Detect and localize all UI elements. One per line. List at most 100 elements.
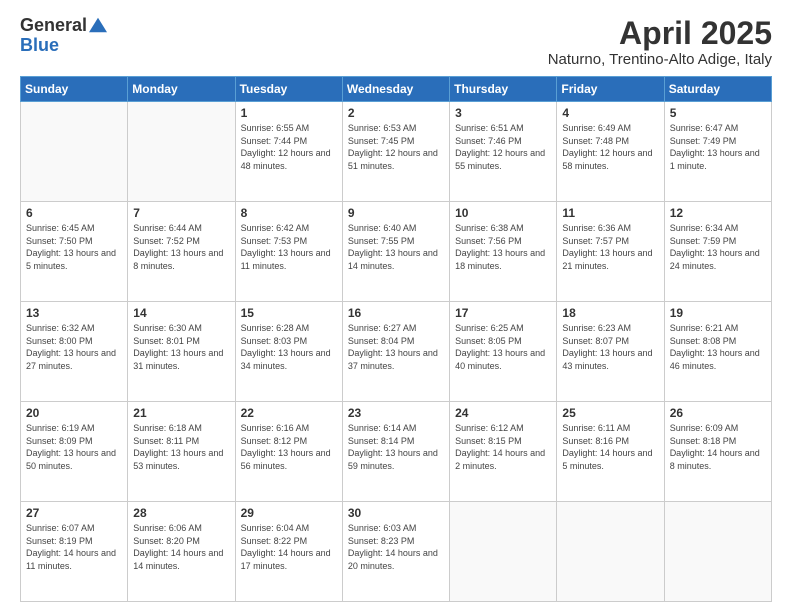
day-number: 27 (26, 506, 122, 520)
day-info: Sunrise: 6:03 AMSunset: 8:23 PMDaylight:… (348, 522, 444, 572)
day-info: Sunrise: 6:16 AMSunset: 8:12 PMDaylight:… (241, 422, 337, 472)
logo-general: General (20, 16, 87, 36)
title-block: April 2025 Naturno, Trentino-Alto Adige,… (548, 16, 772, 68)
day-number: 8 (241, 206, 337, 220)
day-number: 22 (241, 406, 337, 420)
day-number: 28 (133, 506, 229, 520)
calendar-cell: 30 Sunrise: 6:03 AMSunset: 8:23 PMDayligh… (342, 502, 449, 602)
calendar-cell: 28 Sunrise: 6:06 AMSunset: 8:20 PMDayligh… (128, 502, 235, 602)
day-number: 29 (241, 506, 337, 520)
day-number: 10 (455, 206, 551, 220)
calendar-cell (557, 502, 664, 602)
calendar-cell: 5 Sunrise: 6:47 AMSunset: 7:49 PMDaylight… (664, 102, 771, 202)
day-number: 4 (562, 106, 658, 120)
calendar-cell: 24 Sunrise: 6:12 AMSunset: 8:15 PMDayligh… (450, 402, 557, 502)
day-info: Sunrise: 6:21 AMSunset: 8:08 PMDaylight:… (670, 322, 766, 372)
calendar-cell: 10Sunrise: 6:38 AMSunset: 7:56 PMDayligh… (450, 202, 557, 302)
col-header-monday: Monday (128, 77, 235, 102)
calendar-cell: 27 Sunrise: 6:07 AMSunset: 8:19 PMDayligh… (21, 502, 128, 602)
calendar-cell: 18Sunrise: 6:23 AMSunset: 8:07 PMDayligh… (557, 302, 664, 402)
day-info: Sunrise: 6:42 AMSunset: 7:53 PMDaylight:… (241, 222, 337, 272)
calendar-cell: 15 Sunrise: 6:28 AMSunset: 8:03 PMDayligh… (235, 302, 342, 402)
day-number: 6 (26, 206, 122, 220)
day-number: 15 (241, 306, 337, 320)
day-number: 25 (562, 406, 658, 420)
calendar-cell: 29 Sunrise: 6:04 AMSunset: 8:22 PMDayligh… (235, 502, 342, 602)
day-info: Sunrise: 6:12 AMSunset: 8:15 PMDaylight:… (455, 422, 551, 472)
day-number: 14 (133, 306, 229, 320)
title-location: Naturno, Trentino-Alto Adige, Italy (548, 51, 772, 68)
calendar-cell: 6 Sunrise: 6:45 AMSunset: 7:50 PMDaylight… (21, 202, 128, 302)
calendar-cell (21, 102, 128, 202)
calendar-cell: 26 Sunrise: 6:09 AMSunset: 8:18 PMDayligh… (664, 402, 771, 502)
day-info: Sunrise: 6:04 AMSunset: 8:22 PMDaylight:… (241, 522, 337, 572)
day-number: 7 (133, 206, 229, 220)
logo-triangle-icon (89, 16, 107, 34)
day-info: Sunrise: 6:40 AMSunset: 7:55 PMDaylight:… (348, 222, 444, 272)
title-month: April 2025 (548, 16, 772, 51)
day-info: Sunrise: 6:53 AMSunset: 7:45 PMDaylight:… (348, 122, 444, 172)
day-info: Sunrise: 6:09 AMSunset: 8:18 PMDaylight:… (670, 422, 766, 472)
day-info: Sunrise: 6:47 AMSunset: 7:49 PMDaylight:… (670, 122, 766, 172)
day-info: Sunrise: 6:32 AMSunset: 8:00 PMDaylight:… (26, 322, 122, 372)
calendar-week-4: 20 Sunrise: 6:19 AMSunset: 8:09 PMDayligh… (21, 402, 772, 502)
calendar-cell: 14 Sunrise: 6:30 AMSunset: 8:01 PMDayligh… (128, 302, 235, 402)
calendar-cell: 13 Sunrise: 6:32 AMSunset: 8:00 PMDayligh… (21, 302, 128, 402)
header: General Blue April 2025 Naturno, Trentin… (20, 16, 772, 68)
day-info: Sunrise: 6:19 AMSunset: 8:09 PMDaylight:… (26, 422, 122, 472)
day-info: Sunrise: 6:30 AMSunset: 8:01 PMDaylight:… (133, 322, 229, 372)
calendar-cell: 12 Sunrise: 6:34 AMSunset: 7:59 PMDayligh… (664, 202, 771, 302)
day-number: 16 (348, 306, 444, 320)
calendar-cell: 20 Sunrise: 6:19 AMSunset: 8:09 PMDayligh… (21, 402, 128, 502)
calendar-cell: 23Sunrise: 6:14 AMSunset: 8:14 PMDayligh… (342, 402, 449, 502)
calendar-cell: 2 Sunrise: 6:53 AMSunset: 7:45 PMDaylight… (342, 102, 449, 202)
day-number: 13 (26, 306, 122, 320)
day-info: Sunrise: 6:06 AMSunset: 8:20 PMDaylight:… (133, 522, 229, 572)
day-info: Sunrise: 6:14 AMSunset: 8:14 PMDaylight:… (348, 422, 444, 472)
day-number: 30 (348, 506, 444, 520)
calendar-cell: 16 Sunrise: 6:27 AMSunset: 8:04 PMDayligh… (342, 302, 449, 402)
day-number: 21 (133, 406, 229, 420)
calendar-cell: 7 Sunrise: 6:44 AMSunset: 7:52 PMDaylight… (128, 202, 235, 302)
calendar-cell: 21 Sunrise: 6:18 AMSunset: 8:11 PMDayligh… (128, 402, 235, 502)
day-info: Sunrise: 6:28 AMSunset: 8:03 PMDaylight:… (241, 322, 337, 372)
calendar-cell (450, 502, 557, 602)
day-info: Sunrise: 6:45 AMSunset: 7:50 PMDaylight:… (26, 222, 122, 272)
day-number: 18 (562, 306, 658, 320)
calendar-cell: 11 Sunrise: 6:36 AMSunset: 7:57 PMDayligh… (557, 202, 664, 302)
day-info: Sunrise: 6:27 AMSunset: 8:04 PMDaylight:… (348, 322, 444, 372)
day-number: 3 (455, 106, 551, 120)
day-number: 26 (670, 406, 766, 420)
day-info: Sunrise: 6:07 AMSunset: 8:19 PMDaylight:… (26, 522, 122, 572)
logo-blue: Blue (20, 36, 107, 56)
col-header-friday: Friday (557, 77, 664, 102)
calendar-cell: 8 Sunrise: 6:42 AMSunset: 7:53 PMDaylight… (235, 202, 342, 302)
day-number: 12 (670, 206, 766, 220)
day-number: 11 (562, 206, 658, 220)
day-info: Sunrise: 6:55 AMSunset: 7:44 PMDaylight:… (241, 122, 337, 172)
calendar-week-1: 1 Sunrise: 6:55 AMSunset: 7:44 PMDaylight… (21, 102, 772, 202)
day-info: Sunrise: 6:18 AMSunset: 8:11 PMDaylight:… (133, 422, 229, 472)
day-info: Sunrise: 6:44 AMSunset: 7:52 PMDaylight:… (133, 222, 229, 272)
calendar-cell (664, 502, 771, 602)
day-info: Sunrise: 6:36 AMSunset: 7:57 PMDaylight:… (562, 222, 658, 272)
calendar-cell: 17 Sunrise: 6:25 AMSunset: 8:05 PMDayligh… (450, 302, 557, 402)
day-number: 2 (348, 106, 444, 120)
calendar-cell: 3Sunrise: 6:51 AMSunset: 7:46 PMDaylight… (450, 102, 557, 202)
day-number: 1 (241, 106, 337, 120)
calendar-cell: 19 Sunrise: 6:21 AMSunset: 8:08 PMDayligh… (664, 302, 771, 402)
calendar-cell: 1 Sunrise: 6:55 AMSunset: 7:44 PMDaylight… (235, 102, 342, 202)
page: General Blue April 2025 Naturno, Trentin… (0, 0, 792, 612)
day-number: 5 (670, 106, 766, 120)
day-info: Sunrise: 6:11 AMSunset: 8:16 PMDaylight:… (562, 422, 658, 472)
day-number: 24 (455, 406, 551, 420)
calendar-header-row: SundayMondayTuesdayWednesdayThursdayFrid… (21, 77, 772, 102)
day-info: Sunrise: 6:49 AMSunset: 7:48 PMDaylight:… (562, 122, 658, 172)
day-info: Sunrise: 6:25 AMSunset: 8:05 PMDaylight:… (455, 322, 551, 372)
day-number: 19 (670, 306, 766, 320)
calendar-cell: 9Sunrise: 6:40 AMSunset: 7:55 PMDaylight… (342, 202, 449, 302)
day-info: Sunrise: 6:34 AMSunset: 7:59 PMDaylight:… (670, 222, 766, 272)
day-number: 17 (455, 306, 551, 320)
col-header-thursday: Thursday (450, 77, 557, 102)
day-number: 20 (26, 406, 122, 420)
